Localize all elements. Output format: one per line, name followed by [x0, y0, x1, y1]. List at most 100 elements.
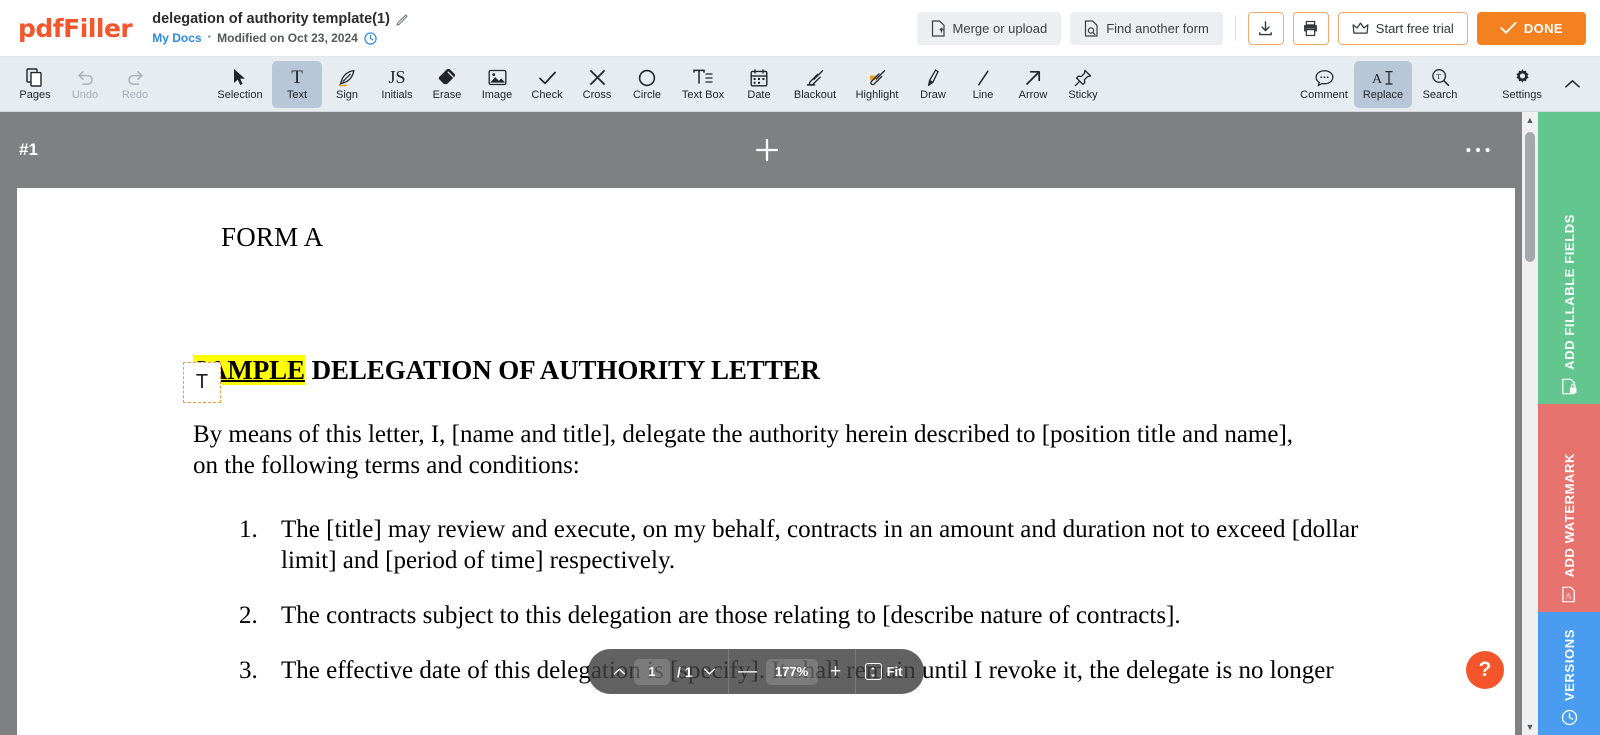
tool-selection-label: Selection	[217, 89, 263, 101]
scroll-up-arrow[interactable]: ▲	[1526, 112, 1535, 128]
list-item-number: 2.	[239, 602, 258, 629]
page-options-menu[interactable]	[1465, 146, 1491, 154]
fit-page-icon	[864, 663, 882, 680]
tool-comment[interactable]: Comment	[1294, 61, 1354, 108]
download-icon	[1257, 20, 1274, 37]
list-item: 2. The contracts subject to this delegat…	[239, 600, 1515, 631]
breadcrumb-my-docs[interactable]: My Docs	[152, 31, 201, 46]
tool-text[interactable]: T Text	[272, 60, 322, 108]
tool-text-box-label: Text Box	[681, 89, 725, 101]
tool-redo[interactable]: Redo	[110, 61, 160, 108]
page-nav-group: 1 / 1	[601, 658, 728, 685]
header-actions: Merge or upload Find another form Start …	[916, 11, 1586, 45]
calendar-icon	[750, 67, 768, 88]
tool-image-label: Image	[481, 89, 513, 101]
tool-sticky[interactable]: Sticky	[1058, 61, 1108, 108]
undo-icon	[76, 67, 95, 88]
sidebar-tab-label: VERSIONS	[1561, 629, 1577, 701]
list-item-text: The [title] may review and execute, on m…	[281, 516, 1359, 574]
tool-draw[interactable]: Draw	[908, 61, 958, 108]
document-intro-paragraph: By means of this letter, I, [name and ti…	[193, 419, 1378, 481]
zoom-in-button[interactable]: +	[826, 661, 846, 683]
tool-pages[interactable]: Pages	[10, 61, 60, 108]
tool-circle[interactable]: Circle	[622, 61, 672, 108]
help-button[interactable]: ?	[1466, 651, 1504, 689]
scroll-down-arrow[interactable]: ▼	[1526, 719, 1535, 735]
scrollbar-thumb[interactable]	[1525, 132, 1535, 262]
tool-settings[interactable]: Settings	[1492, 61, 1552, 108]
tool-highlight[interactable]: Highlight	[846, 61, 908, 108]
tool-arrow-label: Arrow	[1018, 89, 1048, 101]
svg-text:A: A	[1565, 591, 1572, 601]
gear-icon	[1513, 67, 1532, 88]
clock-icon[interactable]	[364, 31, 377, 45]
text-field-placeholder[interactable]: T	[183, 362, 221, 403]
tool-redo-label: Redo	[121, 89, 149, 101]
pencil-icon[interactable]	[396, 13, 408, 26]
redo-icon	[126, 67, 145, 88]
tool-image[interactable]: Image	[472, 61, 522, 108]
document-heading-rest: DELEGATION OF AUTHORITY LETTER	[304, 355, 820, 385]
download-button[interactable]	[1247, 11, 1284, 45]
tool-text-box[interactable]: Text Box	[672, 61, 734, 108]
add-page-button[interactable]	[754, 137, 780, 163]
tool-search[interactable]: T Search	[1412, 61, 1468, 108]
svg-text:A: A	[1372, 72, 1383, 87]
tool-check-label: Check	[531, 89, 563, 101]
tool-date[interactable]: Date	[734, 61, 784, 108]
replace-text-icon: A	[1372, 67, 1394, 88]
tool-blackout[interactable]: Blackout	[784, 61, 846, 108]
document-form-label: FORM A	[221, 222, 324, 252]
done-button[interactable]: DONE	[1476, 11, 1586, 45]
sidebar-tab-versions[interactable]: VERSIONS	[1538, 612, 1600, 735]
zoom-out-button[interactable]: —	[738, 661, 758, 683]
sidebar-tab-add-fillable-fields[interactable]: ADD FILLABLE FIELDS	[1538, 112, 1600, 404]
tool-sign-label: Sign	[335, 89, 359, 101]
page-number-input[interactable]: 1	[634, 658, 670, 685]
toolbar-collapse-button[interactable]	[1552, 61, 1592, 108]
tool-erase[interactable]: Erase	[422, 61, 472, 108]
tool-sign[interactable]: Sign	[322, 61, 372, 108]
tool-circle-label: Circle	[632, 89, 662, 101]
fillable-field-icon	[1561, 378, 1578, 395]
tool-line[interactable]: Line	[958, 61, 1008, 108]
tool-blackout-label: Blackout	[793, 89, 837, 101]
start-free-trial-button[interactable]: Start free trial	[1337, 11, 1468, 45]
cursor-icon	[232, 67, 248, 88]
tool-selection[interactable]: Selection	[208, 61, 272, 108]
pdffiller-editor: pdfFiller delegation of authority templa…	[0, 0, 1600, 735]
chevron-up-icon[interactable]	[610, 667, 629, 676]
find-another-form-button[interactable]: Find another form	[1070, 11, 1223, 45]
tool-undo[interactable]: Undo	[60, 61, 110, 108]
print-button[interactable]	[1292, 11, 1329, 45]
text-t-icon: T	[291, 66, 303, 88]
tool-date-label: Date	[747, 89, 771, 101]
eraser-icon	[438, 67, 457, 88]
tool-initials-label: Initials	[381, 89, 413, 101]
modified-timestamp: Modified on Oct 23, 2024	[217, 30, 358, 45]
tool-cross[interactable]: Cross	[572, 61, 622, 108]
tool-erase-label: Erase	[432, 89, 462, 101]
zoom-level-value[interactable]: 177%	[765, 658, 818, 685]
scrollbar-track[interactable]	[1522, 128, 1538, 719]
tool-arrow[interactable]: Arrow	[1008, 61, 1058, 108]
check-icon	[1500, 21, 1517, 35]
tool-initials[interactable]: JS Initials	[372, 61, 422, 108]
vertical-scrollbar[interactable]: ▲ ▼	[1522, 112, 1538, 735]
chevron-up-icon	[1564, 74, 1581, 95]
search-magnifier-icon: T	[1431, 67, 1450, 88]
sidebar-tab-add-watermark[interactable]: A ADD WATERMARK	[1538, 404, 1600, 612]
chevron-down-icon[interactable]	[700, 667, 719, 676]
tool-comment-label: Comment	[1300, 89, 1348, 101]
page-navigation-bar: 1 / 1 — 177% + Fit	[588, 649, 925, 694]
fit-page-button[interactable]: Fit	[856, 663, 912, 680]
tool-replace[interactable]: A Replace	[1354, 60, 1412, 108]
document-workspace: #1 FORM A T SAMPLE DELEGATION OF AUTHORI…	[0, 112, 1533, 735]
brush-icon	[925, 67, 941, 88]
check-icon	[538, 67, 557, 88]
pdffiller-logo[interactable]: pdfFiller	[18, 14, 133, 43]
tool-check[interactable]: Check	[522, 61, 572, 108]
page-toolbar: #1	[0, 112, 1533, 188]
merge-or-upload-button[interactable]: Merge or upload	[916, 11, 1062, 45]
tool-settings-label: Settings	[1502, 89, 1542, 101]
